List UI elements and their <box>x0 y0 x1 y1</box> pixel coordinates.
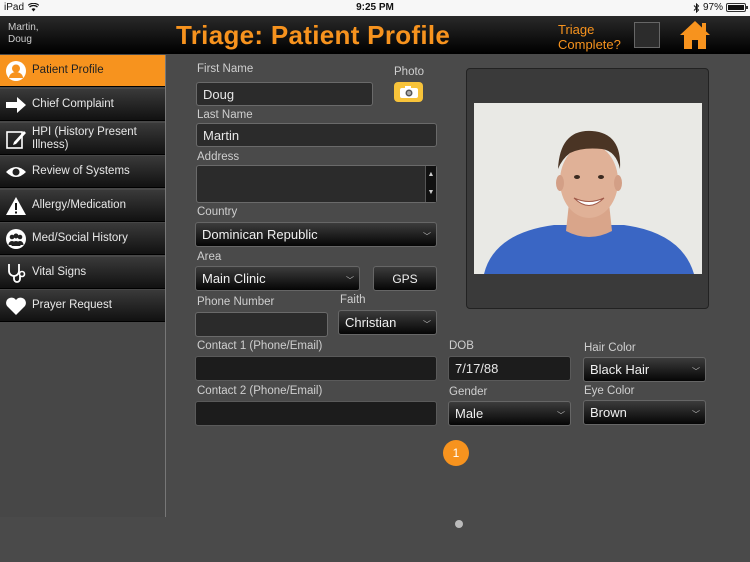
photo-button[interactable] <box>394 82 423 102</box>
sidebar-item-label: Allergy/Medication <box>32 199 126 211</box>
sidebar-item-vital-signs[interactable]: Vital Signs <box>0 257 165 289</box>
page-number-badge[interactable]: 1 <box>443 440 469 466</box>
bluetooth-icon <box>693 2 700 13</box>
chevron-down-icon: ﹀ <box>423 231 431 241</box>
faith-value: Christian <box>345 315 397 330</box>
group-icon <box>4 227 28 251</box>
sidebar-item-allergy-medication[interactable]: Allergy/Medication <box>0 190 165 222</box>
sidebar: Patient Profile Chief Complaint HPI (His… <box>0 55 166 517</box>
faith-label: Faith <box>340 294 366 306</box>
eye-color-label: Eye Color <box>584 385 635 397</box>
hair-color-label: Hair Color <box>584 342 636 354</box>
sidebar-item-review-of-systems[interactable]: Review of Systems <box>0 156 165 188</box>
status-bar: iPad 9:25 PM 97% <box>0 0 750 16</box>
eye-color-select[interactable]: Brown ﹀ <box>583 400 706 425</box>
sidebar-item-chief-complaint[interactable]: Chief Complaint <box>0 89 165 121</box>
page-title: Triage: Patient Profile <box>176 20 451 50</box>
country-value: Dominican Republic <box>202 227 318 242</box>
hair-color-select[interactable]: Black Hair ﹀ <box>583 357 706 382</box>
chevron-down-icon: ﹀ <box>557 410 565 420</box>
patient-photo <box>474 103 702 274</box>
hair-color-value: Black Hair <box>590 362 650 377</box>
dob-label: DOB <box>449 340 474 352</box>
sidebar-item-label: Review of Systems <box>32 165 130 177</box>
contact2-label: Contact 2 (Phone/Email) <box>197 385 323 397</box>
eye-icon <box>4 160 28 184</box>
area-value: Main Clinic <box>202 271 266 286</box>
contact2-field[interactable] <box>195 401 437 426</box>
country-select[interactable]: Dominican Republic ﹀ <box>195 222 437 247</box>
contact1-field[interactable] <box>195 356 437 381</box>
scroll-down-icon: ▼ <box>427 189 435 196</box>
status-right: 97% <box>693 2 748 13</box>
battery-percent: 97% <box>702 2 723 13</box>
first-name-label: First Name <box>197 63 254 75</box>
country-label: Country <box>197 206 238 218</box>
home-icon <box>680 21 710 49</box>
sidebar-item-hpi[interactable]: HPI (History Present Illness) <box>0 123 165 155</box>
chevron-down-icon: ﹀ <box>346 275 354 285</box>
arrow-right-icon <box>4 93 28 117</box>
warning-icon <box>4 194 28 218</box>
edit-icon <box>4 127 28 151</box>
triage-complete-checkbox[interactable] <box>634 22 660 48</box>
chevron-down-icon: ﹀ <box>692 366 700 376</box>
sidebar-item-label: Prayer Request <box>32 299 112 311</box>
stethoscope-icon <box>4 261 28 285</box>
sidebar-item-label: Chief Complaint <box>32 98 114 110</box>
faith-select[interactable]: Christian ﹀ <box>338 310 437 335</box>
heart-icon <box>4 294 28 318</box>
sidebar-item-label: Med/Social History <box>32 232 128 244</box>
first-name-field[interactable]: Doug <box>196 82 373 106</box>
gender-value: Male <box>455 406 484 421</box>
camera-icon <box>399 86 418 98</box>
address-field[interactable] <box>196 165 437 203</box>
gender-label: Gender <box>449 386 488 398</box>
last-name-field[interactable]: Martin <box>196 123 437 147</box>
eye-color-value: Brown <box>590 405 627 420</box>
header-bar: Martin, Doug Triage: Patient Profile Tri… <box>0 16 750 54</box>
sidebar-item-patient-profile[interactable]: Patient Profile <box>0 55 165 87</box>
sidebar-item-label: Vital Signs <box>32 266 87 278</box>
chevron-down-icon: ﹀ <box>692 409 700 419</box>
last-name-label: Last Name <box>197 109 253 121</box>
area-select[interactable]: Main Clinic ﹀ <box>195 266 360 291</box>
gps-button[interactable]: GPS <box>373 266 437 291</box>
sidebar-item-prayer-request[interactable]: Prayer Request <box>0 290 165 322</box>
scroll-up-icon: ▲ <box>427 171 435 178</box>
page-indicator-dot <box>455 520 463 528</box>
patient-name: Martin, Doug <box>8 22 39 45</box>
patient-photo-image <box>474 103 702 274</box>
sidebar-item-med-social-history[interactable]: Med/Social History <box>0 223 165 255</box>
home-button[interactable] <box>678 19 712 51</box>
phone-field[interactable] <box>195 312 328 337</box>
phone-label: Phone Number <box>197 296 275 308</box>
chevron-down-icon: ﹀ <box>423 319 431 329</box>
sidebar-item-label: Patient Profile <box>32 64 104 76</box>
dob-field[interactable]: 7/17/88 <box>448 356 571 381</box>
triage-complete-label: Triage Complete? <box>558 22 621 52</box>
sidebar-item-label: HPI (History Present Illness) <box>32 125 137 151</box>
gender-select[interactable]: Male ﹀ <box>448 401 571 426</box>
status-time: 9:25 PM <box>356 2 394 13</box>
photo-label: Photo <box>394 66 425 78</box>
battery-icon <box>726 3 748 12</box>
person-icon <box>4 59 28 83</box>
area-label: Area <box>197 251 222 263</box>
contact1-label: Contact 1 (Phone/Email) <box>197 340 323 352</box>
address-scroll-control[interactable]: ▲ ▼ <box>425 166 436 202</box>
address-label: Address <box>197 151 240 163</box>
